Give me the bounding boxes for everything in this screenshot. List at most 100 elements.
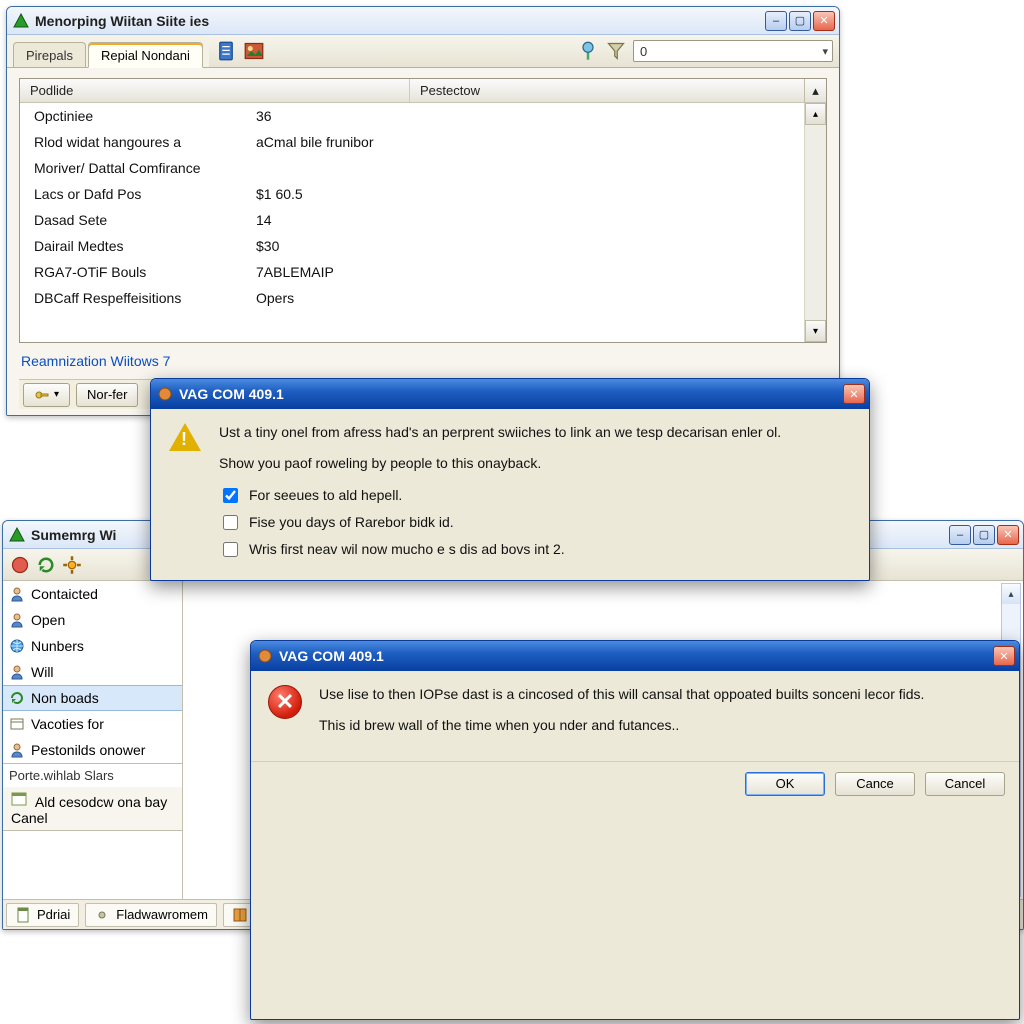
- sidebar-item-non-boads[interactable]: Non boads: [3, 685, 182, 711]
- table-row[interactable]: Lacs or Dafd Pos$1 60.5: [20, 181, 804, 207]
- table-row[interactable]: Moriver/ Dattal Comfirance: [20, 155, 804, 181]
- cell-name: Dairail Medtes: [20, 238, 250, 254]
- person-icon: [9, 742, 25, 758]
- main-window-1: Menorping Wiitan Siite ies – ▢ ✕ Pirepal…: [6, 6, 840, 416]
- refresh-icon[interactable]: [35, 554, 57, 576]
- cell-value: $30: [250, 238, 804, 254]
- tab-repial[interactable]: Repial Nondani: [88, 42, 203, 68]
- app-icon: [13, 13, 29, 29]
- dialog2-titlebar[interactable]: VAG COM 409.1 ✕: [251, 641, 1019, 671]
- window-controls-1: – ▢ ✕: [765, 11, 835, 31]
- checkbox-input[interactable]: [223, 542, 238, 557]
- sidebar-item-label: Contaicted: [31, 586, 98, 602]
- checkbox-label: Fise you days of Rarebor bidk id.: [249, 514, 454, 530]
- sidebar-item-label: Non boads: [31, 690, 99, 706]
- scroll-up-icon[interactable]: ▴: [1002, 584, 1020, 604]
- cell-name: Dasad Sete: [20, 212, 250, 228]
- cell-name: Moriver/ Dattal Comfirance: [20, 160, 250, 176]
- window-controls-2: – ▢ ✕: [949, 525, 1019, 545]
- checkbox-input[interactable]: [223, 515, 238, 530]
- cell-value: 36: [250, 108, 804, 124]
- dialog2-para1: Use lise to then IOPse dast is a cincose…: [319, 685, 1003, 704]
- norfer-button[interactable]: Nor-fer: [76, 383, 138, 407]
- sidebar-item-label: Will: [31, 664, 54, 680]
- gear-icon[interactable]: [61, 554, 83, 576]
- task-pane-title: Ald cesodcw ona bay Canel: [11, 794, 167, 826]
- minimize-button[interactable]: –: [765, 11, 787, 31]
- listview-header: Podlide Pestectow ▴: [20, 79, 826, 103]
- dialog2-button-row: OK Cance Cancel: [251, 761, 1019, 806]
- maximize-button[interactable]: ▢: [973, 525, 995, 545]
- toolbar-combo[interactable]: 0: [633, 40, 833, 62]
- picture-icon[interactable]: [243, 40, 265, 62]
- table-row[interactable]: DBCaff RespeffeisitionsOpers: [20, 285, 804, 311]
- tree-footer: Porte.wihlab Slars: [3, 763, 182, 787]
- scroll-down-icon[interactable]: ▾: [805, 320, 826, 342]
- cance-button[interactable]: Cance: [835, 772, 915, 796]
- status-label: Fladwawromem: [116, 907, 208, 922]
- warning-dialog: VAG COM 409.1 ✕ Ust a tiny onel from afr…: [150, 378, 870, 581]
- dialog2-close-button[interactable]: ✕: [993, 646, 1015, 666]
- ok-button[interactable]: OK: [745, 772, 825, 796]
- listview: Podlide Pestectow ▴ Opctiniee36Rlod wida…: [19, 78, 827, 343]
- pin-icon[interactable]: [577, 40, 599, 62]
- column-podlide[interactable]: Podlide: [20, 79, 410, 102]
- dialog1-checkbox-0[interactable]: For seeues to ald hepell.: [219, 485, 853, 506]
- tab-pirepals[interactable]: Pirepals: [13, 42, 86, 67]
- listview-body[interactable]: Opctiniee36Rlod widat hangoures aaCmal b…: [20, 103, 826, 342]
- table-row[interactable]: Dasad Sete14: [20, 207, 804, 233]
- reamnization-link[interactable]: Reamnization Wiitows 7: [19, 349, 827, 373]
- cell-name: Lacs or Dafd Pos: [20, 186, 250, 202]
- cell-value: 7ABLEMAIP: [250, 264, 804, 280]
- vertical-scrollbar[interactable]: ▴ ▾: [804, 103, 826, 342]
- dialog1-body: Ust a tiny onel from afress had's an per…: [151, 409, 869, 580]
- sidebar-item-pestonilds-onower[interactable]: Pestonilds onower: [3, 737, 182, 763]
- minimize-button[interactable]: –: [949, 525, 971, 545]
- header-scroll-button[interactable]: ▴: [804, 79, 826, 102]
- dialog1-close-button[interactable]: ✕: [843, 384, 865, 404]
- globe-icon: [9, 638, 25, 654]
- warning-icon: [165, 423, 205, 566]
- cell-name: Opctiniee: [20, 108, 250, 124]
- sidebar-item-will[interactable]: Will: [3, 659, 182, 685]
- window-title-1: Menorping Wiitan Siite ies: [35, 13, 759, 29]
- maximize-button[interactable]: ▢: [789, 11, 811, 31]
- task-pane-header[interactable]: Ald cesodcw ona bay Canel: [3, 787, 182, 831]
- filter-icon[interactable]: [605, 40, 627, 62]
- status-fladwawromem[interactable]: Fladwawromem: [85, 903, 217, 927]
- status-pdriai[interactable]: Pdriai: [6, 903, 79, 927]
- dialog1-checkbox-1[interactable]: Fise you days of Rarebor bidk id.: [219, 512, 853, 533]
- sidebar-item-contaicted[interactable]: Contaicted: [3, 581, 182, 607]
- table-row[interactable]: RGA7-OTiF Bouls7ABLEMAIP: [20, 259, 804, 285]
- cell-name: Rlod widat hangoures a: [20, 134, 250, 150]
- close-button[interactable]: ✕: [813, 11, 835, 31]
- person-icon: [9, 612, 25, 628]
- dialog1-checkbox-2[interactable]: Wris first neav wil now mucho e s dis ad…: [219, 539, 853, 560]
- cell-value: aCmal bile frunibor: [250, 134, 804, 150]
- sidebar-item-label: Vacoties for: [31, 716, 104, 732]
- stop-icon[interactable]: [9, 554, 31, 576]
- scroll-up-icon[interactable]: ▴: [805, 103, 826, 125]
- table-row[interactable]: Rlod widat hangoures aaCmal bile frunibo…: [20, 129, 804, 155]
- column-pestectow[interactable]: Pestectow: [410, 79, 826, 102]
- person-icon: [9, 586, 25, 602]
- gear-icon: [94, 907, 110, 923]
- cell-value: 14: [250, 212, 804, 228]
- key-button[interactable]: ▾: [23, 383, 70, 407]
- cancel-button[interactable]: Cancel: [925, 772, 1005, 796]
- tree-view[interactable]: Contaicted Open Nunbers Will Non boads Vacoti…: [3, 581, 183, 899]
- dialog1-titlebar[interactable]: VAG COM 409.1 ✕: [151, 379, 869, 409]
- sidebar-item-nunbers[interactable]: Nunbers: [3, 633, 182, 659]
- table-row[interactable]: Dairail Medtes$30: [20, 233, 804, 259]
- close-button[interactable]: ✕: [997, 525, 1019, 545]
- scroll-track[interactable]: [805, 125, 826, 320]
- table-row[interactable]: Opctiniee36: [20, 103, 804, 129]
- sidebar-item-open[interactable]: Open: [3, 607, 182, 633]
- titlebar-1[interactable]: Menorping Wiitan Siite ies – ▢ ✕: [7, 7, 839, 35]
- checkbox-input[interactable]: [223, 488, 238, 503]
- chevron-down-icon: ▾: [54, 389, 59, 400]
- sidebar-item-vacoties-for[interactable]: Vacoties for: [3, 711, 182, 737]
- sidebar-item-label: Nunbers: [31, 638, 84, 654]
- document-icon[interactable]: [215, 40, 237, 62]
- panel-icon: [11, 791, 27, 807]
